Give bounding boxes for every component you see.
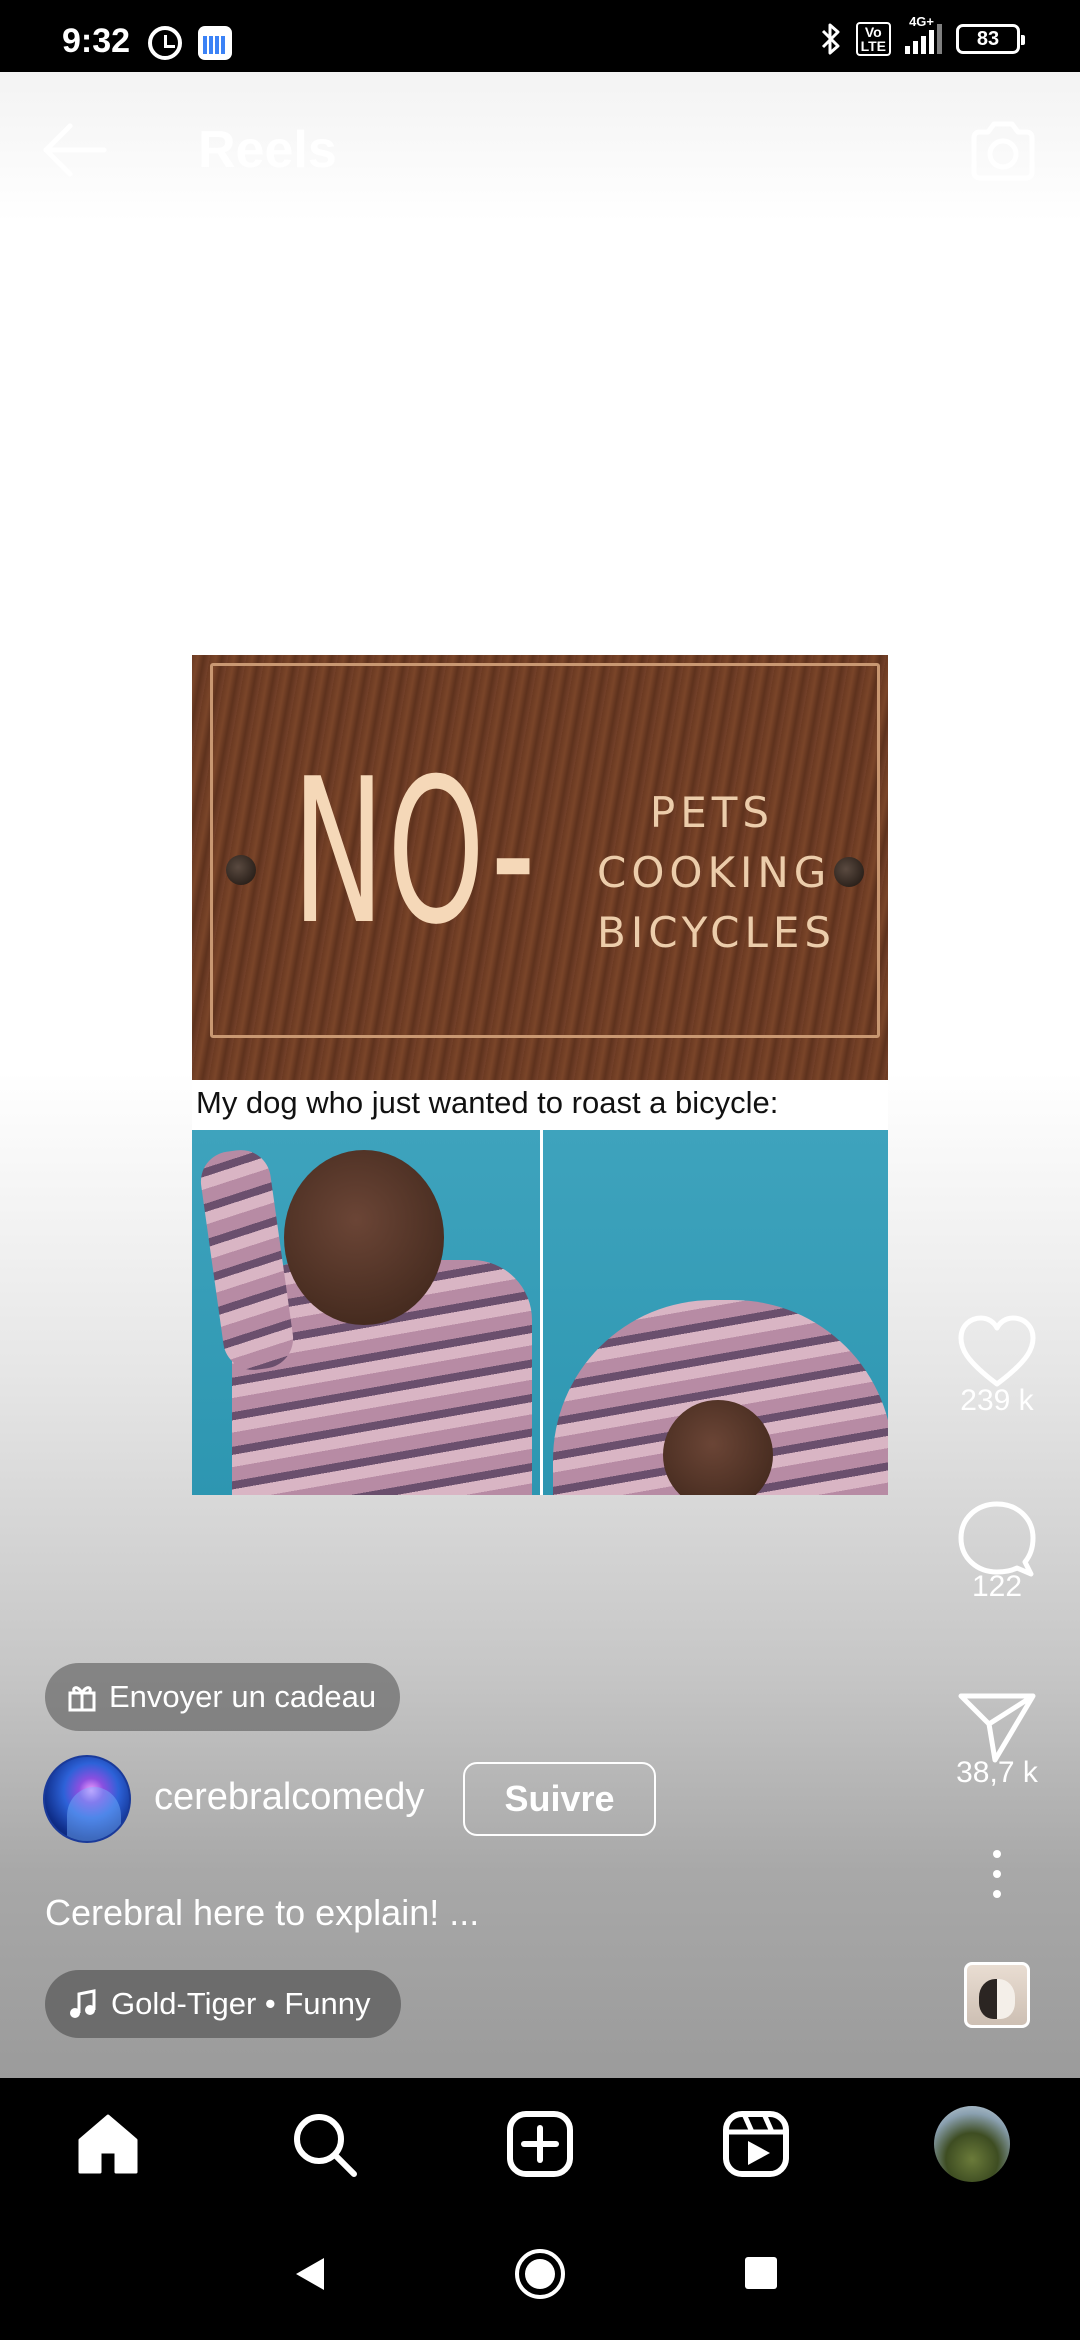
camera-icon[interactable] [966,114,1040,188]
sign-no-text: NO- [292,736,538,969]
creator-username[interactable]: cerebralcomedy [154,1776,424,1819]
comment-bubble-icon[interactable] [955,1496,1039,1580]
reel-viewer[interactable]: Reels NO- PETS COOKING BICYCLES My dog w… [0,72,1080,2078]
system-navigation [0,2212,1080,2340]
reel-caption[interactable]: Cerebral here to explain! ... [45,1892,479,1934]
reels-header: Reels [0,72,1080,232]
like-heart-icon[interactable] [955,1310,1039,1394]
audio-thumbnail[interactable] [964,1962,1030,2028]
system-back-icon[interactable] [292,2254,328,2294]
status-time: 9:32 [62,22,131,60]
creator-avatar[interactable] [43,1755,131,1843]
screw [834,857,864,887]
bottom-navigation [0,2078,1080,2212]
battery-icon: 83 [956,24,1025,54]
more-options-icon[interactable] [990,1850,1004,1906]
comment-count: 122 [971,1570,1023,1603]
audio-track-button[interactable]: Gold-Tiger • Funny [45,1970,401,2038]
alarm-icon [148,26,182,60]
reels-icon[interactable] [720,2108,792,2180]
create-post-icon[interactable] [504,2108,576,2180]
bluetooth-icon [821,23,840,55]
calendar-icon [198,26,232,60]
cat-thumbnail-icon [979,1979,1015,2019]
volte-icon: Vo LTE [855,22,891,56]
send-gift-label: Envoyer un cadeau [109,1679,377,1714]
profile-avatar[interactable] [934,2106,1010,2182]
sign-word: PETS [649,788,775,837]
signal-icon [905,24,942,54]
send-gift-button[interactable]: Envoyer un cadeau [45,1663,401,1731]
crying-kid-photo [192,1130,540,1495]
meme-caption: My dog who just wanted to roast a bicycl… [196,1085,779,1120]
sign-word: COOKING [597,848,832,897]
audio-track-label: Gold-Tiger • Funny [111,1986,371,2021]
page-title: Reels [198,121,337,179]
like-count: 239 k [960,1384,1034,1417]
home-icon[interactable] [72,2108,144,2180]
hiding-kid-photo [543,1130,888,1495]
system-recents-icon[interactable] [744,2256,778,2290]
reel-media[interactable]: NO- PETS COOKING BICYCLES My dog who jus… [192,655,888,1495]
search-icon[interactable] [288,2108,360,2180]
follow-button[interactable]: Suivre [463,1762,656,1836]
status-bar: 9:32 4G+ Vo LTE 83 [0,0,1080,72]
music-note-icon [70,1989,96,2018]
sign-word: BICYCLES [597,908,837,957]
meme-sign: NO- PETS COOKING BICYCLES [192,655,888,1080]
sign-words: PETS COOKING BICYCLES [597,783,837,963]
system-home-icon[interactable] [514,2248,566,2300]
back-arrow-icon[interactable] [40,120,110,180]
screw [226,855,256,885]
share-count: 38,7 k [956,1756,1038,1789]
gift-icon [68,1686,96,1712]
